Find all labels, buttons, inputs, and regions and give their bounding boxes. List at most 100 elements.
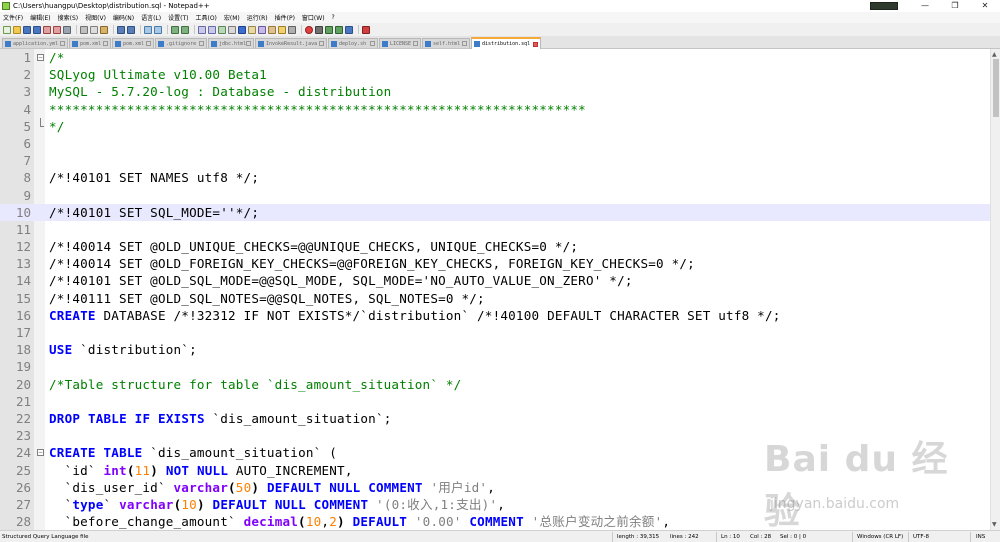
status-insert-mode[interactable]: INS	[976, 532, 985, 542]
menu-search[interactable]: 搜索(S)	[55, 13, 83, 22]
spell-check-icon[interactable]	[362, 25, 370, 34]
code-line[interactable]: 22 DROP TABLE IF EXISTS `dis_amount_situa…	[0, 410, 990, 427]
redo-icon[interactable]	[127, 25, 135, 34]
tab-close-icon[interactable]	[319, 41, 324, 46]
stop-recording-icon[interactable]	[315, 25, 323, 34]
word-wrap-icon[interactable]	[218, 25, 226, 34]
tab-pom-xml-2[interactable]: pom.xml	[112, 38, 154, 48]
code-line[interactable]: 19	[0, 358, 990, 375]
new-file-icon[interactable]	[3, 25, 11, 34]
code-line[interactable]: 20 /*Table structure for table `dis_amoun…	[0, 376, 990, 393]
fold-toggle-icon[interactable]: −	[37, 54, 44, 61]
zoom-out-icon[interactable]	[181, 25, 189, 34]
code-line[interactable]: 25 `id` int(11) NOT NULL AUTO_INCREMENT,	[0, 462, 990, 479]
tab-close-icon[interactable]	[413, 41, 418, 46]
tab-close-icon[interactable]	[370, 41, 375, 46]
code-line[interactable]: 26 `dis_user_id` varchar(50) DEFAULT NUL…	[0, 479, 990, 496]
tab-pom-xml[interactable]: pom.xml	[69, 38, 111, 48]
close-file-icon[interactable]	[43, 25, 51, 34]
sync-horizontal-icon[interactable]	[208, 25, 216, 34]
code-line[interactable]: 12 /*!40014 SET @OLD_UNIQUE_CHECKS=@@UNIQ…	[0, 238, 990, 255]
code-line[interactable]: 1−/*	[0, 49, 990, 66]
menu-edit[interactable]: 编辑(E)	[27, 13, 54, 22]
tab-invokeresult-java[interactable]: InvokeResult.java	[255, 38, 327, 48]
close-button[interactable]: ✕	[970, 0, 1000, 12]
code-line[interactable]: 13 /*!40014 SET @OLD_FOREIGN_KEY_CHECKS=@…	[0, 255, 990, 272]
code-line[interactable]: 11	[0, 221, 990, 238]
code-line[interactable]: 17	[0, 324, 990, 341]
code-line[interactable]: 2 SQLyog Ultimate v10.00 Beta1	[0, 66, 990, 83]
doc-map-icon[interactable]	[258, 25, 266, 34]
menu-help[interactable]: ?	[329, 14, 338, 21]
scroll-down-icon[interactable]: ▼	[992, 521, 997, 528]
save-macro-icon[interactable]	[345, 25, 353, 34]
status-eol[interactable]: Windows (CR LF)	[857, 532, 903, 542]
menu-macro[interactable]: 宏(M)	[221, 13, 244, 22]
notepadpp-app-icon[interactable]	[2, 2, 10, 10]
tab-close-icon[interactable]	[246, 41, 252, 46]
record-macro-icon[interactable]	[305, 25, 313, 34]
print-icon[interactable]	[63, 25, 71, 34]
tab-deploy-sh[interactable]: deploy.sh	[328, 38, 378, 48]
tab-close-icon[interactable]	[462, 41, 467, 46]
menu-run[interactable]: 运行(R)	[244, 13, 272, 22]
tab-self-html[interactable]: self.html	[422, 38, 470, 48]
folder-as-workspace-icon[interactable]	[278, 25, 286, 34]
code-line[interactable]: 28 `before_change_amount` decimal(10, 2) …	[0, 513, 990, 530]
menu-language[interactable]: 语言(L)	[138, 13, 165, 22]
undo-icon[interactable]	[117, 25, 125, 34]
code-line[interactable]: 16 CREATE DATABASE /*!32312 IF NOT EXISTS…	[0, 307, 990, 324]
menu-plugins[interactable]: 插件(P)	[272, 13, 299, 22]
paste-icon[interactable]	[100, 25, 108, 34]
save-all-icon[interactable]	[33, 25, 41, 34]
menu-encoding[interactable]: 编码(N)	[110, 13, 138, 22]
find-icon[interactable]	[144, 25, 152, 34]
tab-gitignore[interactable]: .gitignore	[155, 38, 207, 48]
cut-icon[interactable]	[80, 25, 88, 34]
tab-close-icon[interactable]	[146, 41, 151, 46]
code-line[interactable]: 6	[0, 135, 990, 152]
code-line[interactable]: 14 /*!40101 SET @OLD_SQL_MODE=@@SQL_MODE,…	[0, 272, 990, 289]
menu-window[interactable]: 窗口(W)	[299, 13, 329, 22]
code-line[interactable]: 21	[0, 393, 990, 410]
code-line[interactable]: 18 USE `distribution`;	[0, 341, 990, 358]
monitoring-icon[interactable]	[288, 25, 296, 34]
close-all-icon[interactable]	[53, 25, 61, 34]
zoom-in-icon[interactable]	[171, 25, 179, 34]
scroll-up-icon[interactable]: ▲	[992, 51, 997, 58]
save-icon[interactable]	[23, 25, 31, 34]
replace-icon[interactable]	[154, 25, 162, 34]
scroll-thumb[interactable]	[993, 59, 999, 117]
playback-macro-icon[interactable]	[325, 25, 333, 34]
tab-distribution-sql[interactable]: distribution.sql	[471, 37, 541, 49]
show-all-chars-icon[interactable]	[228, 25, 236, 34]
tab-license[interactable]: LICENSE	[379, 38, 421, 48]
function-list-icon[interactable]	[268, 25, 276, 34]
minimize-button[interactable]: —	[910, 0, 940, 12]
code-line[interactable]: 8 /*!40101 SET NAMES utf8 */;	[0, 169, 990, 186]
menu-tools[interactable]: 工具(O)	[192, 13, 220, 22]
language-user-defined-icon[interactable]	[248, 25, 256, 34]
copy-icon[interactable]	[90, 25, 98, 34]
menu-view[interactable]: 视图(V)	[82, 13, 110, 22]
tab-close-icon[interactable]	[103, 41, 108, 46]
menu-settings[interactable]: 设置(T)	[165, 13, 192, 22]
indent-guide-icon[interactable]	[238, 25, 246, 34]
code-line[interactable]: 27 `type` varchar(10) DEFAULT NULL COMME…	[0, 496, 990, 513]
open-file-icon[interactable]	[13, 25, 21, 34]
code-line[interactable]: 15 /*!40111 SET @OLD_SQL_NOTES=@@SQL_NOTE…	[0, 290, 990, 307]
status-encoding[interactable]: UTF-8	[913, 532, 929, 542]
fold-toggle-icon[interactable]: −	[37, 449, 44, 457]
sync-vertical-icon[interactable]	[198, 25, 206, 34]
run-macro-multiple-icon[interactable]	[335, 25, 343, 34]
code-line[interactable]: 7	[0, 152, 990, 169]
maximize-button[interactable]: ❐	[940, 0, 970, 12]
code-line[interactable]: 24− CREATE TABLE `dis_amount_situation` (	[0, 444, 990, 461]
code-line[interactable]: 9	[0, 187, 990, 204]
code-line[interactable]: 23	[0, 427, 990, 444]
tab-jdbc-html[interactable]: jdbc.html	[208, 38, 254, 48]
tab-application-yml[interactable]: application.yml	[2, 38, 68, 48]
code-line[interactable]: 4 ***************************************…	[0, 101, 990, 118]
tab-close-icon[interactable]	[199, 41, 204, 46]
tab-close-icon[interactable]	[60, 41, 65, 46]
